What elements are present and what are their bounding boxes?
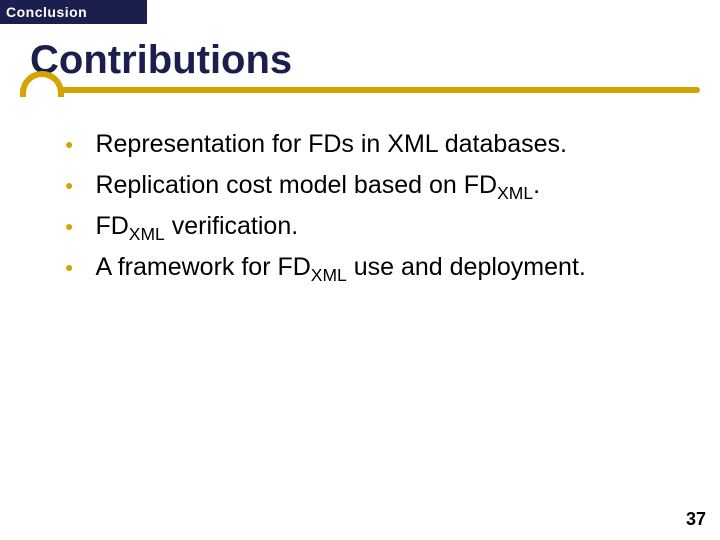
list-item: ● A framework for FDXML use and deployme… xyxy=(65,253,680,286)
bullet-icon: ● xyxy=(65,177,73,193)
list-item-text: FDXML verification. xyxy=(95,212,298,245)
bullet-list: ● Representation for FDs in XML database… xyxy=(65,130,680,294)
title-block: Contributions xyxy=(20,38,700,93)
list-item: ● Replication cost model based on FDXML. xyxy=(65,171,680,204)
bullet-icon: ● xyxy=(65,218,73,234)
bullet-icon: ● xyxy=(65,136,73,152)
page-number: 37 xyxy=(686,509,706,530)
list-item-text: Representation for FDs in XML databases. xyxy=(95,130,567,163)
bullet-icon: ● xyxy=(65,259,73,275)
title-underline xyxy=(20,87,700,93)
list-item: ● Representation for FDs in XML database… xyxy=(65,130,680,163)
list-item: ● FDXML verification. xyxy=(65,212,680,245)
list-item-text: Replication cost model based on FDXML. xyxy=(95,171,540,204)
section-tag: Conclusion xyxy=(0,0,147,24)
list-item-text: A framework for FDXML use and deployment… xyxy=(95,253,585,286)
page-title: Contributions xyxy=(20,38,700,83)
